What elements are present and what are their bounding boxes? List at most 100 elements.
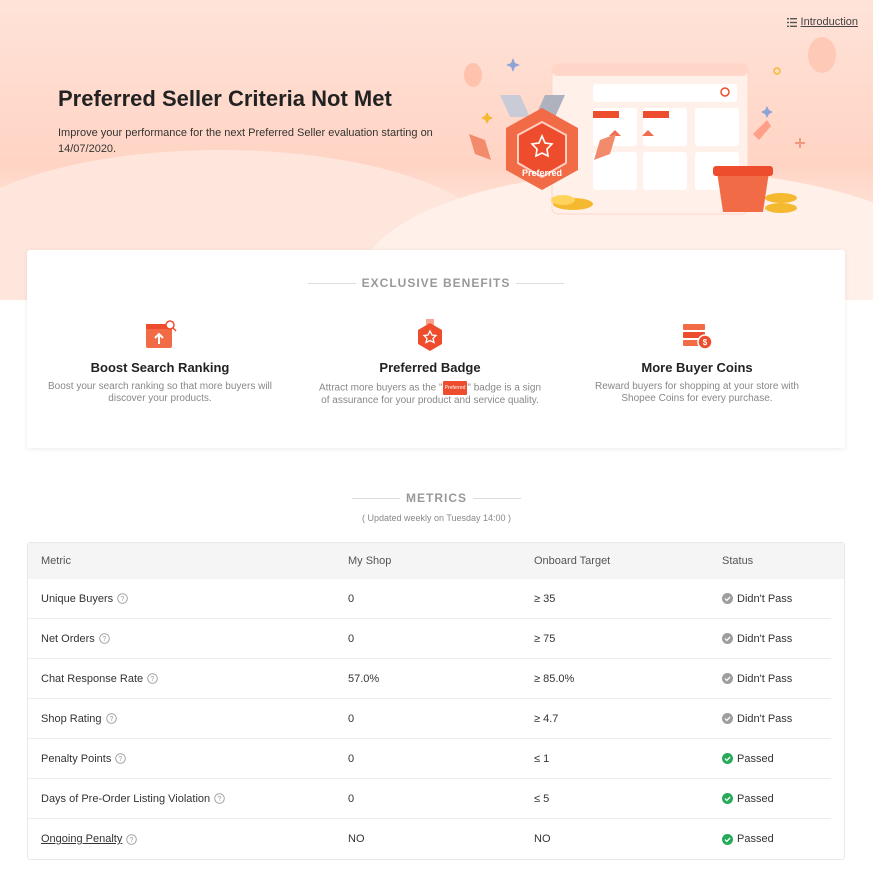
table-row: Penalty Points? 0 ≤ 1 Passed — [28, 739, 831, 779]
svg-text:?: ? — [102, 636, 106, 643]
my-shop-cell: NO — [348, 833, 365, 845]
table-row: Shop Rating? 0 ≥ 4.7 Didn't Pass — [28, 699, 831, 739]
metrics-heading-text: METRICS — [406, 491, 467, 505]
svg-text:?: ? — [121, 596, 125, 603]
check-circle-grey-icon — [722, 593, 733, 604]
column-header-my-shop: My Shop — [348, 555, 392, 567]
status-cell: Passed — [722, 793, 774, 805]
status-text: Passed — [737, 752, 774, 765]
page-title: Preferred Seller Criteria Not Met — [58, 86, 392, 111]
column-header-status: Status — [722, 555, 754, 567]
benefit-title: Preferred Badge — [379, 360, 481, 375]
svg-text:Preferred: Preferred — [522, 168, 562, 178]
benefit-desc: Boost your search ranking so that more b… — [48, 381, 272, 404]
preferred-badge-icon — [418, 319, 442, 351]
check-circle-grey-icon — [722, 713, 733, 724]
help-icon[interactable]: ? — [147, 673, 158, 684]
benefit-preferred-badge: Preferred Badge Attract more buyers as t… — [310, 318, 550, 407]
status-text: Passed — [737, 792, 774, 805]
benefit-buyer-coins: $ More Buyer Coins Reward buyers for sho… — [577, 318, 817, 405]
my-shop-cell: 0 — [348, 592, 355, 605]
metric-cell: Unique Buyers? — [28, 593, 348, 605]
divider — [473, 497, 521, 499]
my-shop-cell: 0 — [348, 712, 355, 725]
help-icon[interactable]: ? — [117, 593, 128, 604]
status-cell: Didn't Pass — [722, 633, 792, 645]
check-circle-icon — [722, 793, 733, 804]
table-row: Chat Response Rate? 57.0% ≥ 85.0% Didn't Pa… — [28, 659, 831, 699]
status-text: Didn't Pass — [737, 632, 793, 645]
metric-cell: Ongoing Penalty? — [28, 833, 348, 845]
status-cell: Passed — [722, 753, 774, 765]
check-circle-grey-icon — [722, 673, 733, 684]
divider — [516, 282, 565, 284]
status-cell: Didn't Pass — [722, 673, 792, 685]
my-shop-cell: 57.0% — [348, 672, 380, 685]
help-icon[interactable]: ? — [115, 753, 127, 764]
introduction-label[interactable]: Introduction — [801, 16, 858, 28]
my-shop-cell: 0 — [348, 792, 355, 805]
metrics-update-note: ( Updated weekly on Tuesday 14:00 ) — [361, 513, 512, 523]
benefit-title: More Buyer Coins — [641, 360, 753, 375]
column-header-metric: Metric — [41, 555, 71, 567]
help-icon[interactable]: ? — [126, 833, 138, 845]
benefit-desc-part: Attract more buyers as the " — [318, 382, 443, 394]
benefit-boost-search: Boost Search Ranking Boost your search r… — [40, 318, 280, 405]
metric-cell: Days of Pre-Order Listing Violation? — [28, 793, 348, 805]
target-cell: ≤ 5 — [534, 792, 550, 805]
metric-name[interactable]: Ongoing Penalty — [41, 833, 122, 845]
divider — [352, 497, 400, 499]
metric-name: Days of Pre-Order Listing Violation — [41, 792, 211, 805]
svg-text:?: ? — [218, 796, 222, 803]
target-cell: ≤ 1 — [534, 752, 550, 765]
svg-text:?: ? — [109, 716, 113, 723]
metric-name: Penalty Points — [41, 752, 112, 765]
list-icon — [786, 17, 797, 27]
status-text: Didn't Pass — [737, 672, 793, 685]
help-icon[interactable]: ? — [214, 793, 225, 804]
coins-icon: $ — [683, 324, 713, 350]
target-cell: ≥ 35 — [534, 592, 556, 605]
help-icon[interactable]: ? — [99, 633, 110, 644]
my-shop-cell: 0 — [348, 752, 355, 765]
status-cell: Passed — [722, 833, 774, 845]
preferred-mini-badge: Preferred — [442, 381, 468, 395]
status-text: Didn't Pass — [737, 592, 793, 605]
metric-name: Chat Response Rate — [41, 672, 144, 685]
benefit-desc: Reward buyers for shopping at your store… — [595, 381, 799, 404]
status-text: Didn't Pass — [737, 712, 793, 725]
benefit-title: Boost Search Ranking — [90, 360, 230, 375]
introduction-link[interactable]: Introduction — [786, 16, 858, 28]
status-text: Passed — [737, 833, 774, 845]
preferred-seller-illustration: Preferred — [464, 37, 836, 215]
target-cell: ≥ 4.7 — [534, 712, 559, 725]
svg-text:?: ? — [130, 837, 134, 844]
metric-cell: Chat Response Rate? — [28, 673, 348, 685]
benefit-desc: Attract more buyers as the " Preferred " b… — [310, 381, 550, 407]
page-subtitle: Improve your performance for the next Pr… — [58, 127, 433, 155]
metric-name: Net Orders — [41, 632, 95, 645]
svg-text:$: $ — [703, 338, 708, 347]
metric-name: Unique Buyers — [41, 592, 114, 605]
table-row: Net Orders? 0 ≥ 75 Didn't Pass — [28, 619, 831, 659]
column-header-target: Onboard Target — [534, 555, 611, 567]
my-shop-cell: 0 — [348, 632, 355, 645]
table-row: Ongoing Penalty? NO NO Passed — [28, 819, 831, 859]
search-ranking-icon — [146, 320, 177, 348]
metrics-table: Metric My Shop Onboard Target Status Uni… — [27, 542, 845, 860]
svg-text:?: ? — [151, 676, 155, 683]
metrics-heading: METRICS — [0, 491, 873, 505]
metric-cell: Net Orders? — [28, 633, 348, 645]
status-cell: Didn't Pass — [722, 593, 792, 605]
svg-text:?: ? — [119, 756, 123, 763]
metric-cell: Penalty Points? — [28, 753, 348, 765]
target-cell: ≥ 75 — [534, 632, 556, 645]
target-cell: NO — [534, 833, 551, 845]
target-cell: ≥ 85.0% — [534, 672, 575, 685]
table-header: Metric My Shop Onboard Target Status — [28, 543, 844, 579]
table-row: Days of Pre-Order Listing Violation? 0 ≤ 5… — [28, 779, 831, 819]
check-circle-grey-icon — [722, 633, 733, 644]
table-row: Unique Buyers? 0 ≥ 35 Didn't Pass — [28, 579, 831, 619]
help-icon[interactable]: ? — [105, 713, 117, 724]
divider — [307, 282, 356, 284]
